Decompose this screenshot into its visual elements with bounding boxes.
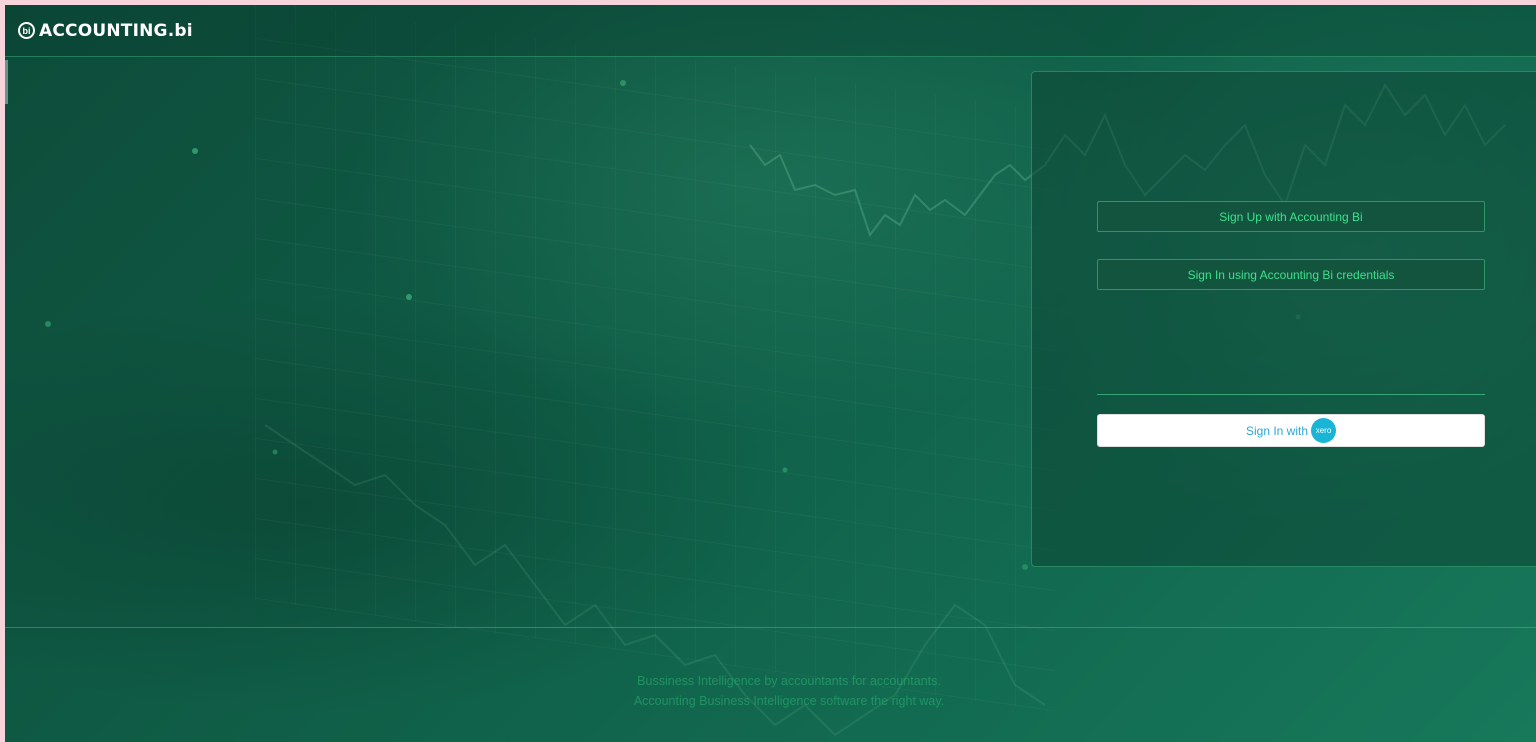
sign-in-with-label: Sign In with: [1245, 423, 1309, 438]
divider: [1097, 394, 1485, 395]
page: bi ACCOUNTING.bi Sign Up with Accounting…: [0, 0, 1536, 742]
logo-icon: bi: [18, 22, 35, 39]
logo[interactable]: bi ACCOUNTING.bi: [18, 21, 193, 41]
app-window: bi ACCOUNTING.bi Sign Up with Accounting…: [5, 5, 1536, 742]
sign-in-credentials-button[interactable]: Sign In using Accounting Bi credentials: [1097, 259, 1485, 290]
sign-up-button[interactable]: Sign Up with Accounting Bi: [1097, 201, 1485, 232]
xero-logo-icon: xero: [1311, 418, 1337, 443]
sidebar-toggle-handle[interactable]: [5, 60, 8, 104]
sign-in-with-xero-button[interactable]: Sign In with xero: [1097, 414, 1485, 447]
footer-tagline-1: Bussiness Intelligence by accountants fo…: [637, 674, 941, 688]
logo-text: ACCOUNTING.bi: [39, 20, 193, 41]
footer-divider: [5, 627, 1536, 628]
top-bar: bi ACCOUNTING.bi: [5, 5, 1536, 57]
footer: Bussiness Intelligence by accountants fo…: [5, 671, 1536, 711]
footer-tagline-2: Accounting Business Intelligence softwar…: [633, 694, 945, 708]
login-panel: Sign Up with Accounting Bi Sign In using…: [1031, 71, 1536, 567]
